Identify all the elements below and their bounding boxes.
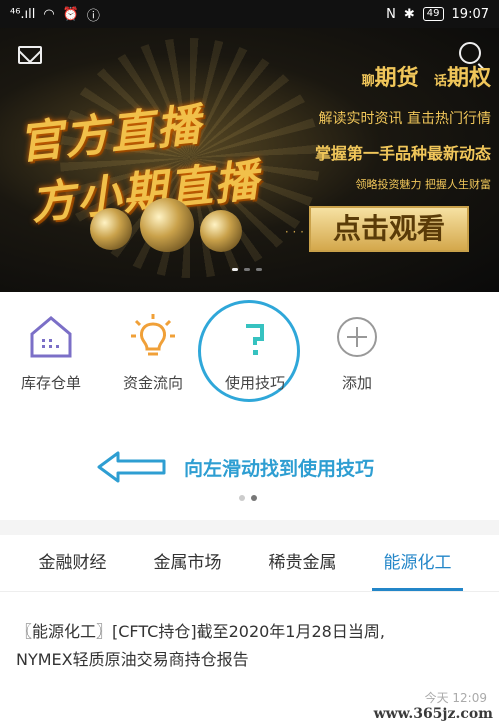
cta-decoration: · · ·	[284, 225, 304, 239]
swipe-hint: 向左滑动找到使用技巧	[96, 450, 374, 484]
tab-finance[interactable]: 金融财经	[15, 535, 130, 591]
tools-grid: 库存仓单 资金流向 使用技巧 添加	[0, 312, 499, 393]
alarm-icon: ⏰	[62, 6, 79, 22]
tools-panel: 库存仓单 资金流向 使用技巧 添加 向左滑动找到使用技巧	[0, 292, 499, 520]
signal-icon: ⁴⁶.ıll	[10, 6, 36, 22]
news-headline-line1: 〖能源化工〗[CFTC持仓]截至2020年1月28日当周,	[16, 622, 385, 641]
tool-capital-flow[interactable]: 资金流向	[102, 312, 204, 393]
news-time: 今天 12:09	[424, 691, 487, 705]
wifi-icon: ◠	[43, 6, 55, 22]
left-arrow-icon	[97, 451, 166, 483]
tab-metals-market[interactable]: 金属市场	[130, 535, 245, 591]
warehouse-icon	[30, 316, 72, 358]
swipe-hint-text: 向左滑动找到使用技巧	[184, 457, 375, 480]
tool-label: 资金流向	[122, 374, 183, 392]
tab-precious-metals[interactable]: 稀贵金属	[245, 535, 360, 591]
live-banner[interactable]: 官方直播 方小期直播 聊期货 话期权 解读实时资讯 直击热门行情 掌握第一手品种…	[0, 28, 499, 292]
watch-now-button[interactable]: 点击观看	[309, 206, 469, 252]
tab-energy-chemicals[interactable]: 能源化工	[360, 535, 475, 591]
status-bar: ⁴⁶.ıll ◠ ⏰ ⓘ N ✱ 49 19:07	[0, 0, 499, 28]
bluetooth-icon: ✱	[403, 6, 415, 22]
mail-icon[interactable]	[18, 46, 42, 64]
info-icon: ⓘ	[86, 8, 100, 24]
tool-inventory[interactable]: 库存仓单	[0, 312, 102, 393]
question-icon	[246, 324, 264, 355]
clock: 19:07	[451, 6, 489, 22]
category-tabs: 金融财经 金属市场 稀贵金属 能源化工	[0, 535, 499, 591]
plus-icon	[337, 317, 377, 357]
tool-tips[interactable]: 使用技巧	[204, 312, 306, 393]
banner-pager	[232, 268, 262, 271]
news-headline-line2: NYMEX轻质原油交易商持仓报告	[16, 650, 249, 669]
tool-label: 库存仓单	[20, 374, 81, 392]
tool-label: 添加	[341, 374, 372, 392]
bulb-icon	[131, 314, 175, 356]
microphone-illustration	[70, 198, 250, 268]
app-screen: ⁴⁶.ıll ◠ ⏰ ⓘ N ✱ 49 19:07 官方直播 方小期直播 聊期货…	[0, 0, 499, 726]
nfc-icon: N	[386, 6, 396, 22]
battery-icon: 49	[422, 7, 444, 21]
tool-label: 使用技巧	[224, 374, 285, 392]
watermark: www.365jz.com	[373, 706, 493, 722]
banner-copy: 聊期货 话期权 解读实时资讯 直击热门行情 掌握第一手品种最新动态 领略投资魅力…	[314, 66, 491, 191]
tools-pager	[239, 495, 257, 501]
tool-add[interactable]: 添加	[306, 312, 408, 393]
